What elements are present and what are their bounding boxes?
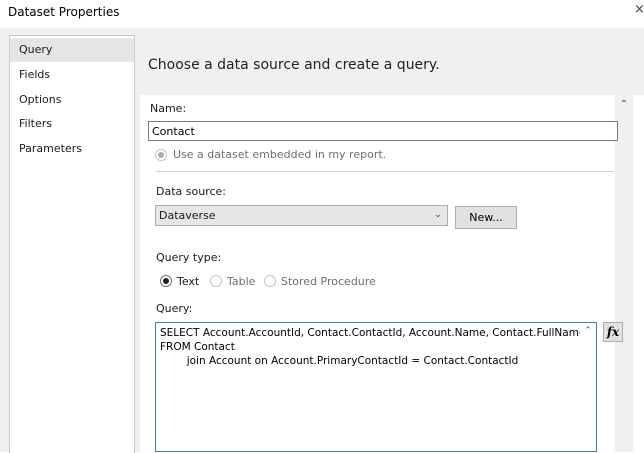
- query-scrollbar[interactable]: ⌃: [580, 323, 596, 451]
- query-type-label: Query type:: [156, 251, 222, 264]
- chevron-down-icon: ⌄: [434, 210, 442, 220]
- query-editor[interactable]: SELECT Account.AccountId, Contact.Contac…: [155, 322, 597, 452]
- query-type-stored-procedure-radio[interactable]: [264, 275, 276, 287]
- embedded-dataset-label: Use a dataset embedded in my report.: [173, 148, 387, 161]
- close-icon[interactable]: ×: [634, 2, 644, 18]
- query-type-text-label: Text: [177, 275, 200, 288]
- dataset-properties-dialog: Dataset Properties × Query Fields Option…: [0, 0, 644, 453]
- query-type-table-label: Table: [227, 275, 256, 288]
- sidebar-item-options[interactable]: Options: [10, 88, 134, 112]
- page-title: Choose a data source and create a query.: [148, 57, 440, 73]
- divider: [156, 171, 614, 172]
- sidebar-item-parameters[interactable]: Parameters: [10, 137, 134, 161]
- chevron-up-icon[interactable]: ⌃: [619, 100, 629, 110]
- query-type-stored-procedure-label: Stored Procedure: [281, 275, 376, 288]
- window-title: Dataset Properties: [8, 5, 120, 19]
- sidebar-item-fields[interactable]: Fields: [10, 63, 134, 87]
- query-type-table-radio[interactable]: [210, 275, 222, 287]
- query-type-text-radio[interactable]: [160, 275, 172, 287]
- query-text[interactable]: SELECT Account.AccountId, Contact.Contac…: [160, 326, 585, 368]
- expression-button[interactable]: fx: [603, 322, 623, 342]
- panel-scrollbar[interactable]: [615, 95, 633, 452]
- new-data-source-button[interactable]: New...: [455, 206, 517, 229]
- data-source-select[interactable]: Dataverse ⌄: [155, 205, 448, 226]
- sidebar-nav: Query Fields Options Filters Parameters: [9, 35, 135, 453]
- sidebar-item-query[interactable]: Query: [10, 38, 134, 62]
- embedded-dataset-radio[interactable]: [155, 149, 167, 161]
- chevron-up-icon[interactable]: ⌃: [583, 326, 593, 336]
- title-bar: Dataset Properties ×: [0, 0, 644, 28]
- radio-dot: [163, 278, 169, 284]
- name-field[interactable]: [148, 121, 618, 141]
- query-label: Query:: [156, 302, 193, 315]
- data-source-value: Dataverse: [159, 209, 216, 222]
- page-header: Choose a data source and create a query.: [140, 37, 644, 95]
- data-source-label: Data source:: [156, 185, 226, 198]
- sidebar-item-filters[interactable]: Filters: [10, 112, 134, 136]
- radio-dot: [158, 152, 164, 158]
- name-label: Name:: [150, 102, 187, 115]
